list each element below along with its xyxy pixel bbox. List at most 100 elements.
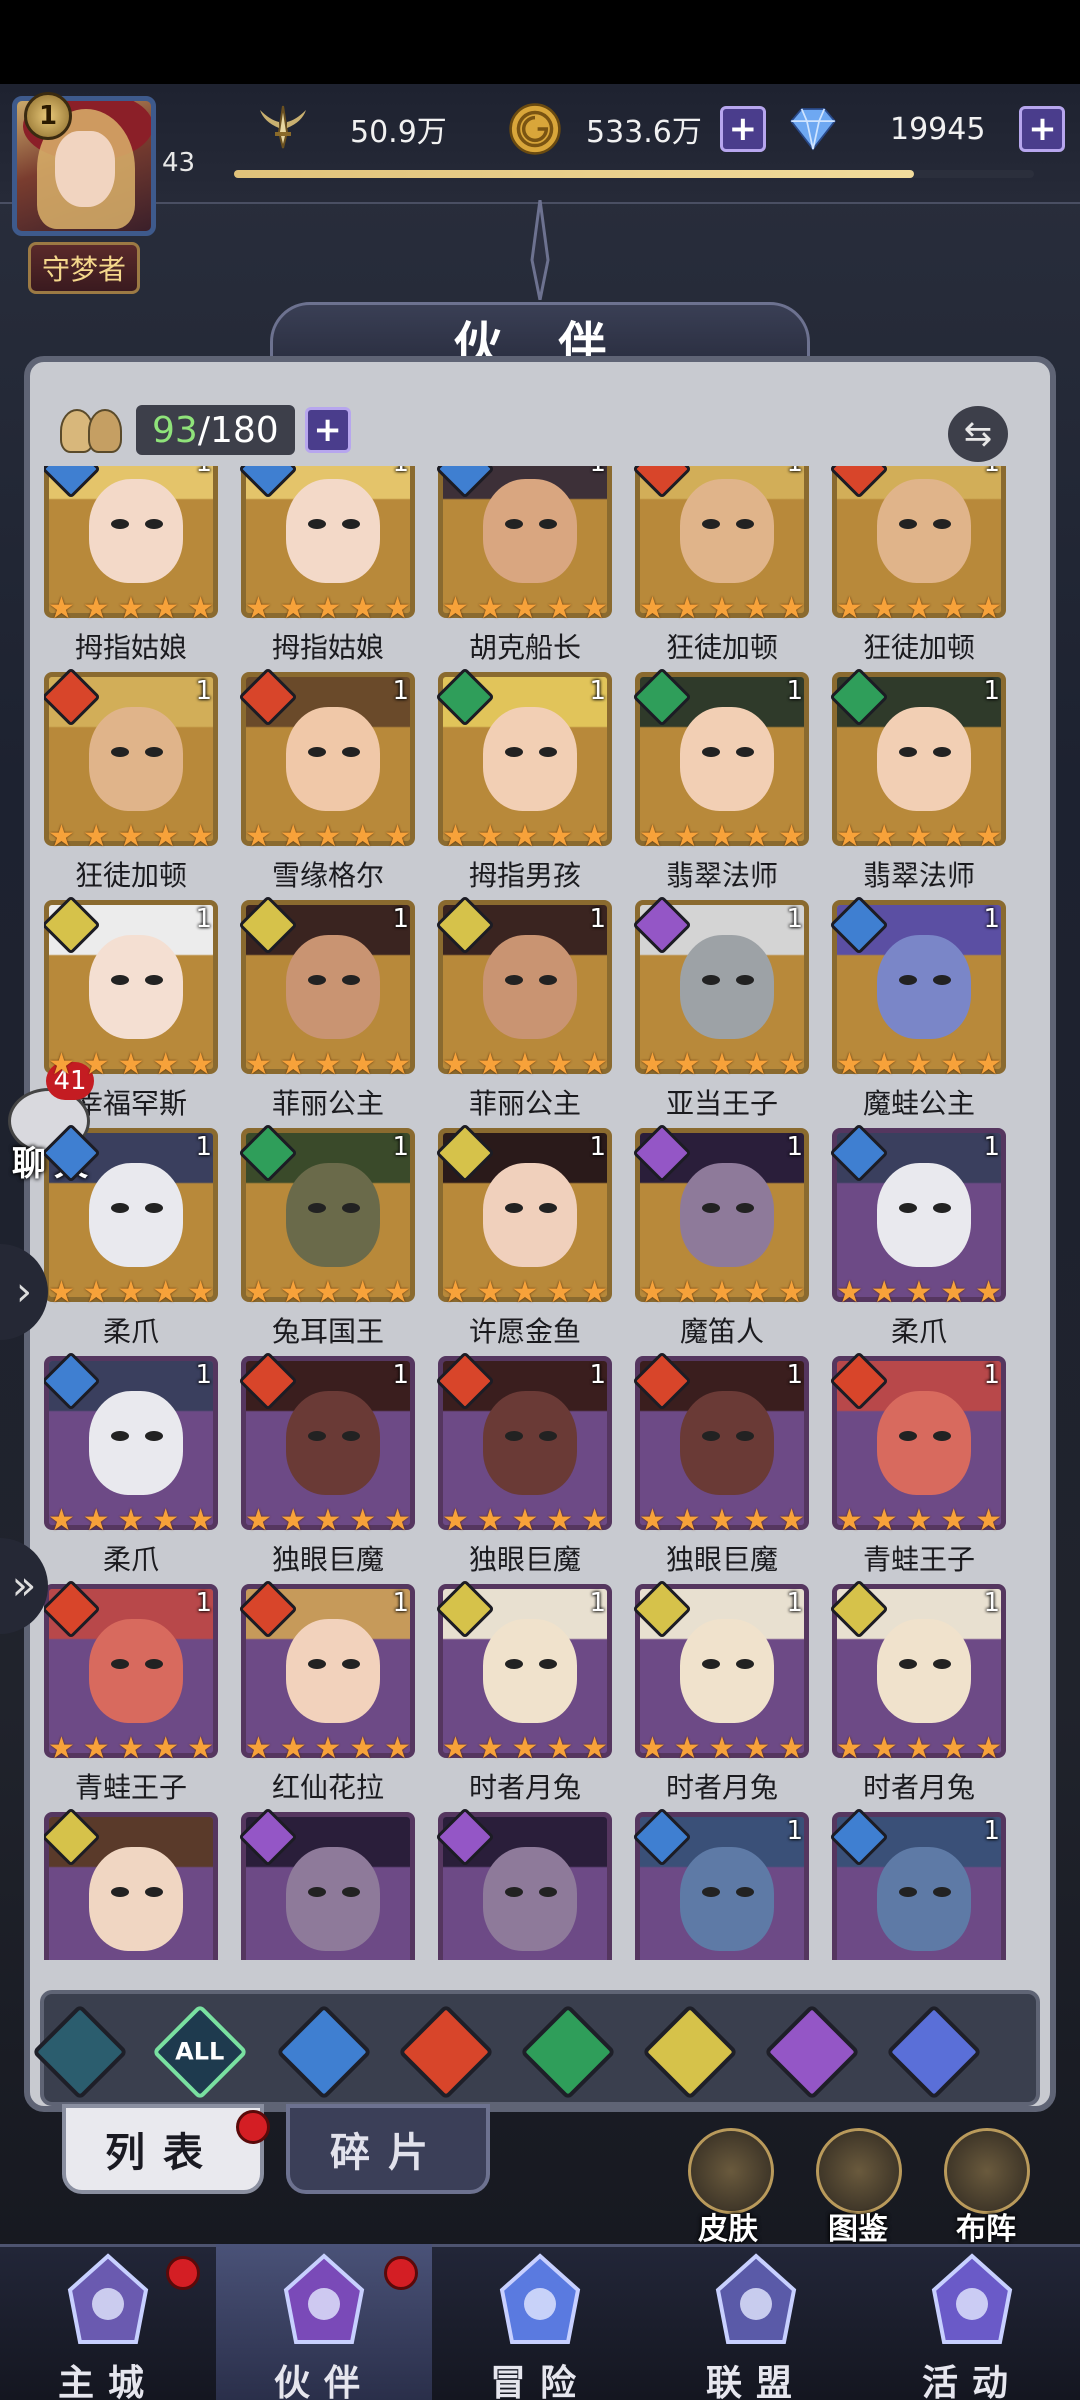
filter-void-button[interactable] (885, 2003, 983, 2101)
hero-card[interactable]: 1 ★ ★ ★ ★ ★ 时者月兔 (632, 1579, 809, 1804)
filter-all-button[interactable]: ALL (151, 2003, 249, 2101)
hero-count: 1 (983, 676, 1000, 706)
star-icon: ★ (581, 1275, 608, 1310)
star-icon: ★ (442, 591, 469, 626)
star-rating: ★ ★ ★ ★ ★ (245, 1506, 411, 1536)
star-icon: ★ (384, 591, 411, 626)
hero-card[interactable]: 1 ★ ★ ★ ★ ★ 兔耳国王 (238, 1123, 415, 1348)
star-icon: ★ (245, 591, 272, 626)
hero-card[interactable]: 1 ★ ★ ★ ★ ★ 亚当王子 (632, 895, 809, 1120)
sort-swap-button[interactable]: ⇆ (948, 406, 1008, 462)
star-icon: ★ (639, 1503, 666, 1538)
atlas-button[interactable]: 图鉴 (816, 2128, 902, 2247)
star-icon: ★ (870, 1047, 898, 1082)
star-icon: ★ (639, 819, 666, 854)
star-icon: ★ (279, 1047, 307, 1082)
hero-card[interactable]: 1 ★ ★ ★ ★ ★ 拇指男孩 (435, 667, 612, 892)
hero-card[interactable]: 1 ★ ★ ★ ★ ★ 红仙花拉 (238, 1579, 415, 1804)
hero-name: 柔爪 (890, 1315, 947, 1348)
gold-value: 533.6万 (586, 115, 702, 150)
hero-card[interactable]: 1 ★★★★★ 拇指姑娘 (44, 466, 218, 664)
star-icon: ★ (836, 1275, 863, 1310)
star-rating: ★ ★ ★ ★ ★ (48, 1050, 214, 1080)
hero-card[interactable]: 1 ★ ★ ★ ★ ★ 许愿金鱼 (435, 1123, 612, 1348)
star-icon: ★ (349, 1503, 377, 1538)
skin-button[interactable]: 皮肤 (688, 2128, 774, 2247)
hero-name: 狂徒加顿 (862, 631, 975, 664)
hero-card[interactable]: 1 ★ ★ ★ ★ ★ 青蛙王子 (44, 1579, 218, 1804)
hero-card[interactable]: 1 ★ ★ ★ ★ ★ 翡翠法师 (632, 667, 809, 892)
player-title-badge[interactable]: 守梦者 (28, 242, 140, 294)
formation-icon (944, 2128, 1030, 2214)
filter-wind-button[interactable] (519, 2003, 617, 2101)
hero-card[interactable]: 1 ★ ★ ★ ★ ★ 柔爪 (44, 1351, 218, 1576)
star-rating: ★ ★ ★ ★ ★ (442, 594, 608, 624)
hero-card[interactable]: ★★★★★ (238, 1807, 415, 1960)
star-icon: ★ (836, 1047, 863, 1082)
hero-card[interactable]: 1 ★★★★★ 狂徒加顿 (44, 667, 218, 892)
filter-fire-button[interactable] (397, 2003, 495, 2101)
hero-card[interactable]: 1 ★★★★★ 狂徒加顿 (829, 466, 1006, 664)
partners-icon (56, 403, 126, 457)
tab-list[interactable]: 列表 (62, 2104, 264, 2194)
nav-item-portal[interactable]: 冒险 (432, 2244, 648, 2400)
hero-grid-viewport[interactable]: 1 ★★★★★ 拇指姑娘 1 ★★★★★ 拇指姑娘 1 ★★★★★ 胡克船长 (44, 466, 1036, 1960)
star-icon: ★ (708, 1275, 736, 1310)
expand-capacity-button[interactable]: + (304, 407, 351, 453)
hero-card[interactable]: 1 ★ ★ ★ ★ ★ 柔爪 (829, 1123, 1006, 1348)
hero-name: 兔耳国王 (271, 1315, 384, 1348)
hero-count: 1 (195, 1588, 212, 1618)
hero-card[interactable]: 1 ★ ★ ★ ★ ★ 时者月兔 (829, 1579, 1006, 1804)
star-icon: ★ (442, 819, 469, 854)
hero-card[interactable]: 1 ★★★★★ 胡克船长 (435, 466, 612, 664)
formation-button[interactable]: 布阵 (944, 2128, 1030, 2247)
hero-card[interactable]: 1 ★ ★ ★ ★ ★ 翡翠法师 (829, 667, 1006, 892)
star-rating: ★ ★ ★ ★ ★ (245, 1734, 411, 1764)
hero-card[interactable]: 1 ★ ★ ★ ★ ★ 柔爪 (44, 1123, 218, 1348)
hero-count: 1 (983, 904, 1000, 934)
hero-card[interactable]: 1 ★ ★ ★ ★ ★ 独眼巨魔 (632, 1351, 809, 1576)
hero-card[interactable]: 1 ★ ★ ★ ★ ★ 魔蛙公主 (829, 895, 1006, 1120)
skin-icon (688, 2128, 774, 2214)
star-icon: ★ (384, 1047, 411, 1082)
filter-dark-button[interactable] (763, 2003, 861, 2101)
hero-card[interactable]: 1 ★ ★ ★ ★ ★ 雪缘格尔 (238, 667, 415, 892)
hero-card[interactable]: 1 ★ ★ ★ ★ ★ 独眼巨魔 (238, 1351, 415, 1576)
add-gem-button[interactable]: + (1019, 106, 1066, 152)
hero-card[interactable]: 1 ★★★★★ (829, 1807, 1006, 1960)
star-icon: ★ (279, 1731, 307, 1766)
star-icon: ★ (743, 1503, 771, 1538)
hero-count: 1 (589, 1360, 606, 1390)
hero-card[interactable]: 1 ★ ★ ★ ★ ★ 魔笛人 (632, 1123, 809, 1348)
tab-fragments[interactable]: 碎片 (286, 2104, 490, 2194)
star-icon: ★ (940, 1503, 968, 1538)
nav-item-cards[interactable]: 活动 (864, 2244, 1080, 2400)
star-icon: ★ (384, 819, 411, 854)
star-icon: ★ (48, 1275, 75, 1310)
star-icon: ★ (82, 1503, 110, 1538)
nav-item-shield[interactable]: 联盟 (648, 2244, 864, 2400)
hero-card[interactable]: 1 ★ ★ ★ ★ ★ 菲丽公主 (435, 895, 612, 1120)
hero-card[interactable]: 1 ★★★★★ (632, 1807, 809, 1960)
hero-card[interactable]: 1 ★ ★ ★ ★ ★ 幸福罕斯 (44, 895, 218, 1120)
filter-water-button[interactable] (275, 2003, 373, 2101)
star-icon: ★ (673, 1275, 701, 1310)
hero-card[interactable]: ★★★★★ (435, 1807, 612, 1960)
star-icon: ★ (48, 1731, 75, 1766)
hero-card[interactable]: 1 ★ ★ ★ ★ ★ 时者月兔 (435, 1579, 612, 1804)
hero-count: 1 (983, 1360, 1000, 1390)
hero-count: 1 (786, 1816, 803, 1846)
add-gold-button[interactable]: + (719, 106, 766, 152)
filter-base-button[interactable] (31, 2003, 129, 2101)
star-icon: ★ (476, 1731, 504, 1766)
hero-card[interactable]: 1 ★ ★ ★ ★ ★ 青蛙王子 (829, 1351, 1006, 1576)
hero-card[interactable]: ★★★★★ (44, 1807, 218, 1960)
hero-card[interactable]: 1 ★★★★★ 狂徒加顿 (632, 466, 809, 664)
filter-light-button[interactable] (641, 2003, 739, 2101)
hero-card[interactable]: 1 ★ ★ ★ ★ ★ 独眼巨魔 (435, 1351, 612, 1576)
hero-name: 亚当王子 (665, 1087, 778, 1120)
hero-card[interactable]: 1 ★ ★ ★ ★ ★ 菲丽公主 (238, 895, 415, 1120)
star-icon: ★ (314, 819, 342, 854)
star-icon: ★ (743, 819, 771, 854)
hero-card[interactable]: 1 ★★★★★ 拇指姑娘 (238, 466, 415, 664)
